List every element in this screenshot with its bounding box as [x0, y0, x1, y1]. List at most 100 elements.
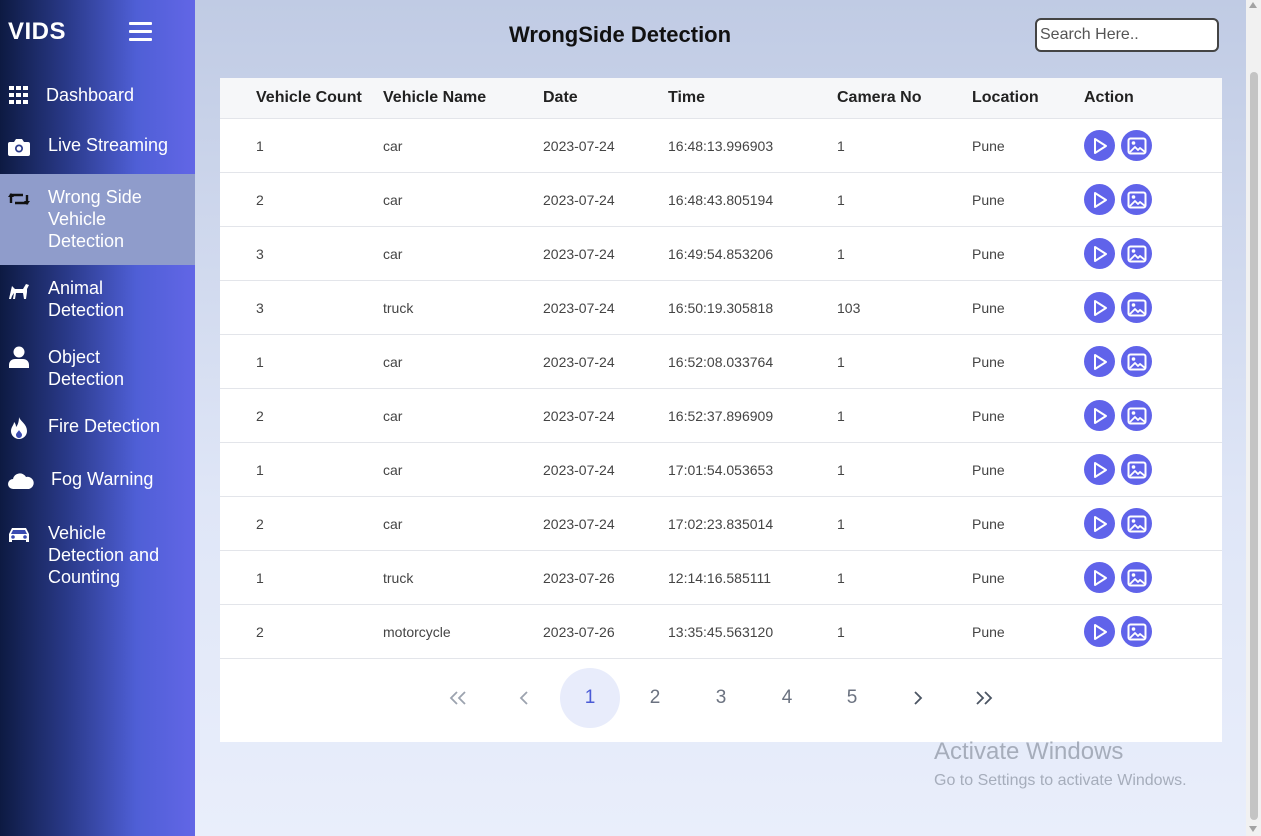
sidebar-item-animal-detection[interactable]: Animal Detection [0, 277, 195, 323]
sidebar-item-fog-warning[interactable]: Fog Warning [0, 467, 195, 495]
column-header[interactable]: Vehicle Count [220, 78, 383, 119]
brand-logo-text: VIDS [8, 18, 67, 45]
table-cell: Pune [972, 496, 1084, 551]
column-header[interactable]: Vehicle Name [383, 78, 543, 119]
table-cell: Pune [972, 388, 1084, 443]
sidebar-item-label: Vehicle Detection and Counting [48, 523, 160, 587]
play-video-button[interactable] [1084, 454, 1115, 485]
view-image-button[interactable] [1121, 238, 1152, 269]
table-cell: 2023-07-24 [543, 226, 668, 281]
play-video-button[interactable] [1084, 508, 1115, 539]
page-1-button[interactable]: 1 [560, 668, 620, 728]
table-cell: Pune [972, 280, 1084, 335]
sidebar-item-label: Animal Detection [48, 278, 125, 320]
sidebar-item-label: Object Detection [48, 347, 125, 389]
play-icon [1093, 191, 1107, 208]
play-icon [1093, 461, 1107, 478]
action-cell [1084, 496, 1222, 551]
table-cell: car [383, 226, 543, 281]
play-video-button[interactable] [1084, 238, 1115, 269]
first-page-button[interactable] [428, 668, 488, 728]
table-cell: 2 [220, 604, 383, 659]
table-cell: Pune [972, 118, 1084, 173]
page-3-button[interactable]: 3 [691, 668, 751, 728]
table-cell: Pune [972, 550, 1084, 605]
prev-page-button[interactable] [494, 668, 554, 728]
image-icon [1127, 515, 1146, 532]
data-table-card: Vehicle Count Vehicle Name Date Time Cam… [220, 78, 1222, 742]
table-cell: 3 [220, 226, 383, 281]
play-video-button[interactable] [1084, 562, 1115, 593]
view-image-button[interactable] [1121, 562, 1152, 593]
table-cell: Pune [972, 442, 1084, 497]
menu-toggle-icon[interactable] [129, 22, 152, 42]
sidebar-item-wrong-side-vehicle-detection[interactable]: Wrong Side Vehicle Detection [0, 174, 195, 265]
view-image-button[interactable] [1121, 292, 1152, 323]
sidebar-item-live-streaming[interactable]: Live Streaming [0, 132, 195, 160]
page-4-button[interactable]: 4 [757, 668, 817, 728]
play-video-button[interactable] [1084, 616, 1115, 647]
table-row: 1 car 2023-07-24 16:48:13.996903 1 Pune [220, 118, 1222, 173]
page-2-button[interactable]: 2 [625, 668, 685, 728]
image-icon [1127, 299, 1146, 316]
fire-icon [8, 417, 30, 439]
play-video-button[interactable] [1084, 400, 1115, 431]
table-cell: truck [383, 280, 543, 335]
action-cell [1084, 442, 1222, 497]
sidebar-item-fire-detection[interactable]: Fire Detection [0, 414, 195, 442]
view-image-button[interactable] [1121, 400, 1152, 431]
view-image-button[interactable] [1121, 346, 1152, 377]
sidebar: VIDS Dashboard Live Streaming Wrong Side… [0, 0, 195, 836]
sidebar-item-dashboard[interactable]: Dashboard [0, 82, 195, 108]
table-row: 1 truck 2023-07-26 12:14:16.585111 1 Pune [220, 550, 1222, 605]
scroll-up-arrow-icon[interactable] [1249, 2, 1257, 8]
column-header[interactable]: Date [543, 78, 668, 119]
play-icon [1093, 515, 1107, 532]
search-input[interactable] [1035, 18, 1219, 52]
table-cell: 2023-07-26 [543, 550, 668, 605]
chevron-left-icon [519, 691, 528, 705]
last-page-button[interactable] [954, 668, 1014, 728]
sidebar-item-vehicle-detection-counting[interactable]: Vehicle Detection and Counting [0, 522, 195, 592]
table-cell: 2023-07-24 [543, 334, 668, 389]
table-cell: 1 [220, 334, 383, 389]
image-icon [1127, 461, 1146, 478]
car-icon [8, 524, 30, 546]
horse-icon [8, 279, 30, 301]
table-cell: 1 [220, 118, 383, 173]
view-image-button[interactable] [1121, 130, 1152, 161]
view-image-button[interactable] [1121, 508, 1152, 539]
detections-table: Vehicle Count Vehicle Name Date Time Cam… [220, 78, 1222, 659]
action-cell [1084, 604, 1222, 659]
table-cell: 16:48:13.996903 [668, 118, 837, 173]
next-page-button[interactable] [888, 668, 948, 728]
retweet-icon [8, 188, 30, 210]
image-icon [1127, 191, 1146, 208]
view-image-button[interactable] [1121, 184, 1152, 215]
column-header[interactable]: Location [972, 78, 1084, 119]
play-video-button[interactable] [1084, 130, 1115, 161]
table-cell: 13:35:45.563120 [668, 604, 837, 659]
table-cell: 2023-07-24 [543, 388, 668, 443]
sidebar-item-object-detection[interactable]: Object Detection [0, 346, 195, 392]
page-5-button[interactable]: 5 [822, 668, 882, 728]
table-cell: 16:49:54.853206 [668, 226, 837, 281]
double-chevron-right-icon [976, 691, 993, 705]
scroll-down-arrow-icon[interactable] [1249, 826, 1257, 832]
table-cell: 12:14:16.585111 [668, 550, 837, 605]
play-video-button[interactable] [1084, 184, 1115, 215]
play-icon [1093, 623, 1107, 640]
view-image-button[interactable] [1121, 454, 1152, 485]
scrollbar-thumb[interactable] [1250, 72, 1258, 820]
table-cell: 1 [837, 172, 972, 227]
play-video-button[interactable] [1084, 292, 1115, 323]
table-cell: 1 [837, 334, 972, 389]
view-image-button[interactable] [1121, 616, 1152, 647]
action-cell [1084, 172, 1222, 227]
table-cell: truck [383, 550, 543, 605]
table-cell: car [383, 172, 543, 227]
column-header[interactable]: Camera No [837, 78, 972, 119]
play-video-button[interactable] [1084, 346, 1115, 377]
column-header[interactable]: Time [668, 78, 837, 119]
action-cell [1084, 280, 1222, 335]
